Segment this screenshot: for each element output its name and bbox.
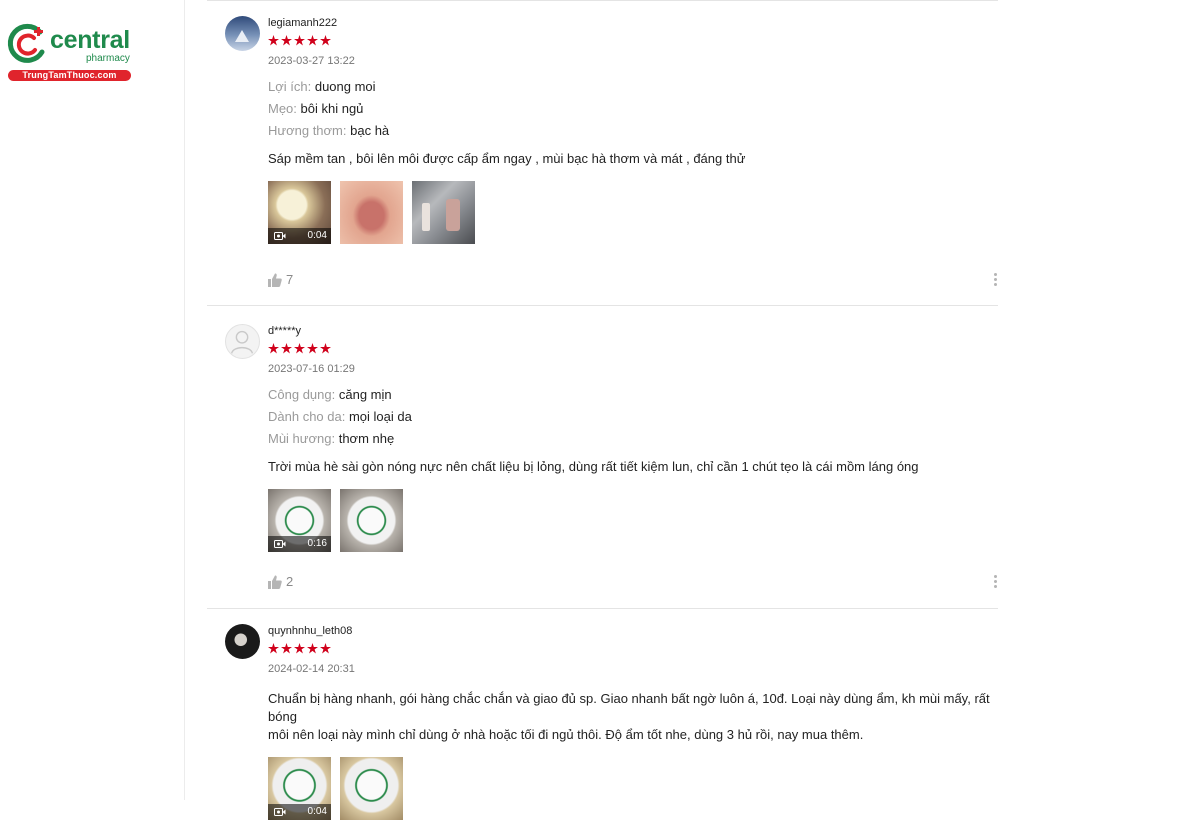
default-user-icon: [230, 330, 254, 354]
star-icon: [281, 343, 292, 354]
attribute-key: Mẹo:: [268, 101, 297, 116]
sidebar-divider: [184, 0, 185, 800]
avatar[interactable]: [225, 16, 260, 51]
like-count: 2: [286, 574, 294, 589]
more-options-icon[interactable]: [992, 272, 998, 288]
review-image-thumbnail[interactable]: [412, 181, 475, 244]
review-attribute: Mùi hương: thơm nhẹ: [268, 430, 998, 448]
thumbs-up-icon: [268, 273, 282, 287]
more-options-icon[interactable]: [992, 574, 998, 590]
attribute-value: mọi loại da: [348, 409, 412, 424]
video-duration: 0:04: [307, 230, 327, 241]
star-icon: [294, 643, 305, 654]
review-attribute: Mẹo: bôi khi ngủ: [268, 100, 998, 118]
review-video-thumbnail[interactable]: 0:04: [268, 757, 331, 820]
review-username[interactable]: quynhnhu_leth08: [268, 624, 998, 638]
video-duration: 0:04: [307, 806, 327, 817]
video-overlay: 0:16: [268, 536, 331, 552]
video-overlay: 0:04: [268, 228, 331, 244]
review-comment-line: môi nên loại này mình chỉ dùng ở nhà hoặ…: [268, 727, 864, 742]
star-icon: [307, 343, 318, 354]
thumbs-up-icon: [268, 575, 282, 589]
review-item: quynhnhu_leth08 2024-02-14 20:31 Chuẩn b…: [207, 609, 998, 820]
star-icon: [294, 343, 305, 354]
star-icon: [320, 343, 331, 354]
star-icon: [268, 343, 279, 354]
star-icon: [294, 35, 305, 46]
video-duration: 0:16: [307, 538, 327, 549]
review-image-thumbnail[interactable]: [340, 489, 403, 552]
review-video-thumbnail[interactable]: 0:16: [268, 489, 331, 552]
central-logo-icon: [7, 23, 45, 63]
video-camera-icon: [274, 540, 286, 548]
attribute-key: Dành cho da:: [268, 409, 346, 424]
attribute-value: thơm nhẹ: [338, 431, 395, 446]
review-comment: Sáp mềm tan , bôi lên môi được cấp ẩm ng…: [268, 151, 746, 166]
brand-sub: pharmacy: [86, 53, 130, 64]
review-attribute: Công dụng: căng mịn: [268, 386, 998, 404]
review-username[interactable]: d*****y: [268, 324, 998, 338]
review-attribute: Hương thơm: bạc hà: [268, 122, 998, 140]
review-image-thumbnail[interactable]: [340, 181, 403, 244]
star-icon: [281, 643, 292, 654]
review-comment: Chuẩn bị hàng nhanh, gói hàng chắc chắn …: [268, 690, 998, 744]
review-actions: 2: [268, 574, 998, 590]
star-rating: [268, 643, 998, 657]
review-list: legiamanh222 2023-03-27 13:22 Lợi ích: d…: [207, 0, 998, 820]
video-camera-icon: [274, 232, 286, 240]
review-item: d*****y 2023-07-16 01:29 Công dụng: căng…: [207, 306, 998, 608]
star-icon: [320, 643, 331, 654]
star-icon: [268, 35, 279, 46]
like-button[interactable]: 2: [268, 574, 998, 590]
review-attribute: Lợi ích: duong moi: [268, 78, 998, 96]
attribute-value: căng mịn: [338, 387, 392, 402]
review-media: 0:04: [268, 757, 998, 820]
review-media: 0:04: [268, 181, 998, 244]
review-date: 2023-07-16 01:29: [268, 363, 355, 375]
review-actions: 7: [268, 272, 998, 288]
brand-name: central: [50, 26, 130, 54]
review-attribute: Dành cho da: mọi loại da: [268, 408, 998, 426]
avatar[interactable]: [225, 324, 260, 359]
review-comment-line: Chuẩn bị hàng nhanh, gói hàng chắc chắn …: [268, 691, 990, 724]
review-date: 2024-02-14 20:31: [268, 663, 355, 675]
star-icon: [268, 643, 279, 654]
star-rating: [268, 35, 998, 49]
review-media: 0:16: [268, 489, 998, 552]
review-date: 2023-03-27 13:22: [268, 55, 355, 67]
review-attributes: Lợi ích: duong moi Mẹo: bôi khi ngủ Hươn…: [268, 78, 998, 140]
star-icon: [281, 35, 292, 46]
attribute-key: Mùi hương:: [268, 431, 336, 446]
like-count: 7: [286, 272, 294, 287]
attribute-value: bạc hà: [350, 123, 390, 138]
brand-logo[interactable]: central pharmacy TrungTamThuoc.com: [6, 22, 131, 84]
review-comment: Trời mùa hè sài gòn nóng nực nên chất li…: [268, 459, 919, 474]
attribute-value: duong moi: [314, 79, 376, 94]
attribute-value: bôi khi ngủ: [300, 101, 364, 116]
video-camera-icon: [274, 808, 286, 816]
star-icon: [307, 643, 318, 654]
review-attributes: Công dụng: căng mịn Dành cho da: mọi loạ…: [268, 386, 998, 448]
video-overlay: 0:04: [268, 804, 331, 820]
review-item: legiamanh222 2023-03-27 13:22 Lợi ích: d…: [207, 1, 998, 305]
review-video-thumbnail[interactable]: 0:04: [268, 181, 331, 244]
avatar[interactable]: [225, 624, 260, 659]
attribute-key: Công dụng:: [268, 387, 336, 402]
star-icon: [320, 35, 331, 46]
star-rating: [268, 343, 998, 357]
like-button[interactable]: 7: [268, 272, 998, 288]
attribute-key: Hương thơm:: [268, 123, 347, 138]
review-image-thumbnail[interactable]: [340, 757, 403, 820]
review-username[interactable]: legiamanh222: [268, 16, 998, 30]
attribute-key: Lợi ích:: [268, 79, 312, 94]
star-icon: [307, 35, 318, 46]
brand-tagline: TrungTamThuoc.com: [8, 70, 131, 81]
